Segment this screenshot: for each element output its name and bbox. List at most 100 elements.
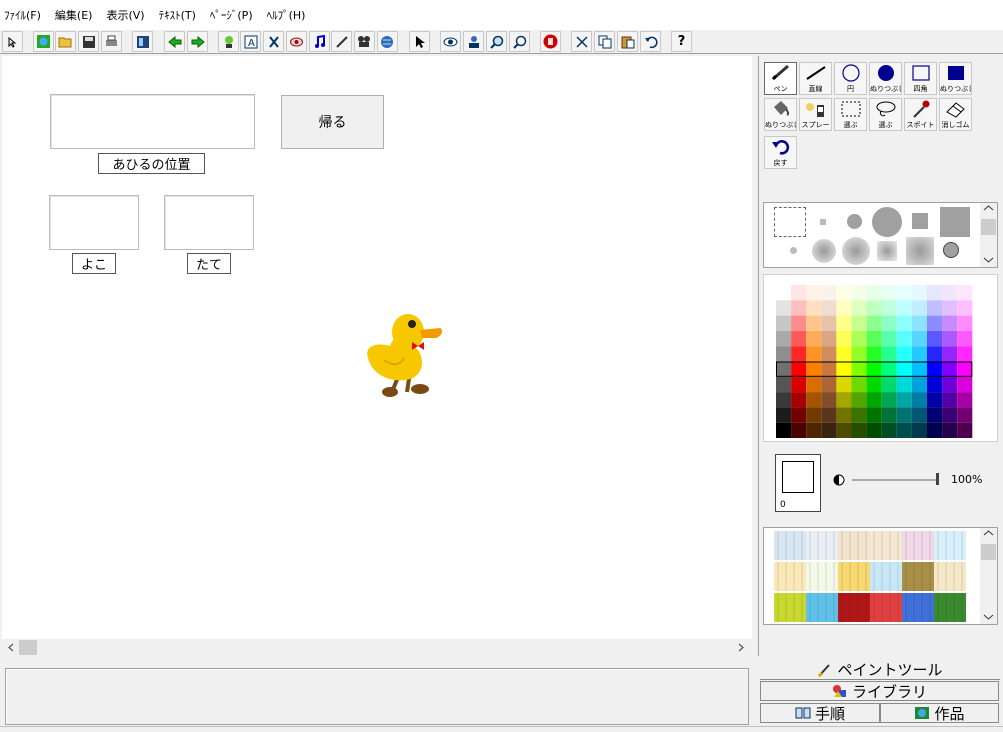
movie-icon[interactable] (354, 31, 375, 52)
palette-swatch[interactable] (821, 330, 837, 347)
palette-swatch[interactable] (866, 392, 882, 408)
palette-swatch[interactable] (896, 330, 912, 347)
palette-swatch[interactable] (881, 361, 897, 377)
palette-swatch[interactable] (851, 346, 867, 362)
position-display-field[interactable] (50, 94, 255, 149)
palette-swatch[interactable] (927, 422, 943, 438)
palette-swatch[interactable] (942, 422, 958, 438)
next-page-icon[interactable] (187, 31, 208, 52)
brush-size-2[interactable] (847, 214, 862, 229)
palette-swatch[interactable] (821, 407, 837, 423)
pattern-swatches[interactable] (774, 531, 968, 623)
palette-swatch[interactable] (776, 285, 792, 301)
palette-swatch[interactable] (791, 285, 807, 301)
palette-swatch[interactable] (881, 392, 897, 408)
dropper-tool[interactable]: スポイト (904, 98, 937, 131)
new-project-icon[interactable] (33, 31, 54, 52)
palette-swatch[interactable] (957, 300, 973, 316)
palette-swatch[interactable] (927, 392, 943, 408)
pattern-swatch[interactable] (774, 531, 806, 560)
palette-swatch[interactable] (851, 407, 867, 423)
palette-swatch[interactable] (896, 300, 912, 316)
palette-swatch[interactable] (821, 285, 837, 301)
text-box-icon[interactable]: A (240, 31, 261, 52)
brush-size-1[interactable] (820, 219, 826, 225)
brush-soft-3[interactable] (842, 237, 870, 265)
palette-swatch[interactable] (896, 315, 912, 331)
palette-swatch[interactable] (806, 330, 822, 347)
pattern-swatch[interactable] (902, 562, 934, 591)
pen-tool[interactable]: ペン (764, 62, 797, 95)
palette-swatch[interactable] (911, 422, 927, 438)
brush-soft-5[interactable] (906, 237, 934, 265)
palette-swatch[interactable] (927, 376, 943, 393)
palette-swatch[interactable] (866, 346, 882, 362)
palette-swatch[interactable] (836, 422, 852, 438)
palette-swatch[interactable] (911, 392, 927, 408)
palette-swatch[interactable] (776, 330, 792, 347)
palette-swatch[interactable] (957, 285, 973, 301)
scroll-thumb[interactable] (19, 640, 37, 655)
palette-swatch[interactable] (836, 376, 852, 393)
palette-swatch[interactable] (927, 285, 943, 301)
palette-swatch[interactable] (881, 407, 897, 423)
palette-swatch[interactable] (836, 407, 852, 423)
palette-swatch[interactable] (821, 422, 837, 438)
palette-swatch[interactable] (776, 407, 792, 423)
palette-swatch[interactable] (957, 407, 973, 423)
palette-swatch[interactable] (866, 315, 882, 331)
rect-fill-tool[interactable]: ぬりつぶし (939, 62, 972, 95)
palette-swatch[interactable] (957, 422, 973, 438)
brush-soft-2[interactable] (812, 239, 836, 263)
palette-swatch[interactable] (791, 300, 807, 316)
palette-swatch[interactable] (866, 330, 882, 347)
palette-swatch[interactable] (942, 315, 958, 331)
palette-swatch[interactable] (927, 300, 943, 316)
select-rect-tool[interactable]: 選ぶ (834, 98, 867, 131)
palette-swatch[interactable] (836, 300, 852, 316)
palette-swatch[interactable] (851, 422, 867, 438)
rect-tool[interactable]: 四角 (904, 62, 937, 95)
pattern-swatch[interactable] (934, 593, 966, 622)
eraser-tool[interactable]: 消しゴム (939, 98, 972, 131)
palette-swatch[interactable] (866, 285, 882, 301)
palette-swatch[interactable] (911, 285, 927, 301)
duck-sprite[interactable] (362, 306, 446, 402)
brush-size-3[interactable] (872, 207, 902, 237)
page-layout-icon[interactable] (132, 31, 153, 52)
palette-swatch[interactable] (776, 300, 792, 316)
brush-size-4[interactable] (912, 213, 928, 229)
circle-tool[interactable]: 円 (834, 62, 867, 95)
palette-swatch[interactable] (866, 407, 882, 423)
palette-swatch[interactable] (851, 285, 867, 301)
brush-scroll-thumb[interactable] (981, 219, 996, 235)
undo-tool[interactable]: 戻す (764, 136, 797, 169)
palette-swatch[interactable] (776, 422, 792, 438)
palette-swatch[interactable] (791, 315, 807, 331)
pattern-swatch[interactable] (902, 593, 934, 622)
palette-swatch[interactable] (776, 361, 792, 377)
palette-swatch[interactable] (851, 300, 867, 316)
brush-size-5[interactable] (940, 207, 970, 237)
palette-swatch[interactable] (806, 392, 822, 408)
palette-swatch[interactable] (942, 330, 958, 347)
palette-swatch[interactable] (806, 315, 822, 331)
line-tool[interactable]: 直線 (799, 62, 832, 95)
paste-icon[interactable] (617, 31, 638, 52)
menu-page[interactable]: ﾍﾟｰｼﾞ(P) (210, 7, 253, 23)
brush-soft-6[interactable] (943, 242, 959, 258)
palette-swatch[interactable] (836, 361, 852, 377)
palette-swatch[interactable] (957, 315, 973, 331)
pattern-swatch[interactable] (838, 531, 870, 560)
palette-swatch[interactable] (942, 361, 958, 377)
palette-swatch[interactable] (927, 361, 943, 377)
palette-swatch[interactable] (896, 361, 912, 377)
palette-swatch[interactable] (821, 361, 837, 377)
menu-edit[interactable]: 編集(E) (55, 7, 93, 23)
palette-swatch[interactable] (942, 285, 958, 301)
pattern-swatch[interactable] (902, 531, 934, 560)
pattern-scrollbar[interactable] (980, 528, 997, 624)
palette-swatch[interactable] (896, 407, 912, 423)
palette-swatch[interactable] (836, 392, 852, 408)
copy-icon[interactable] (594, 31, 615, 52)
